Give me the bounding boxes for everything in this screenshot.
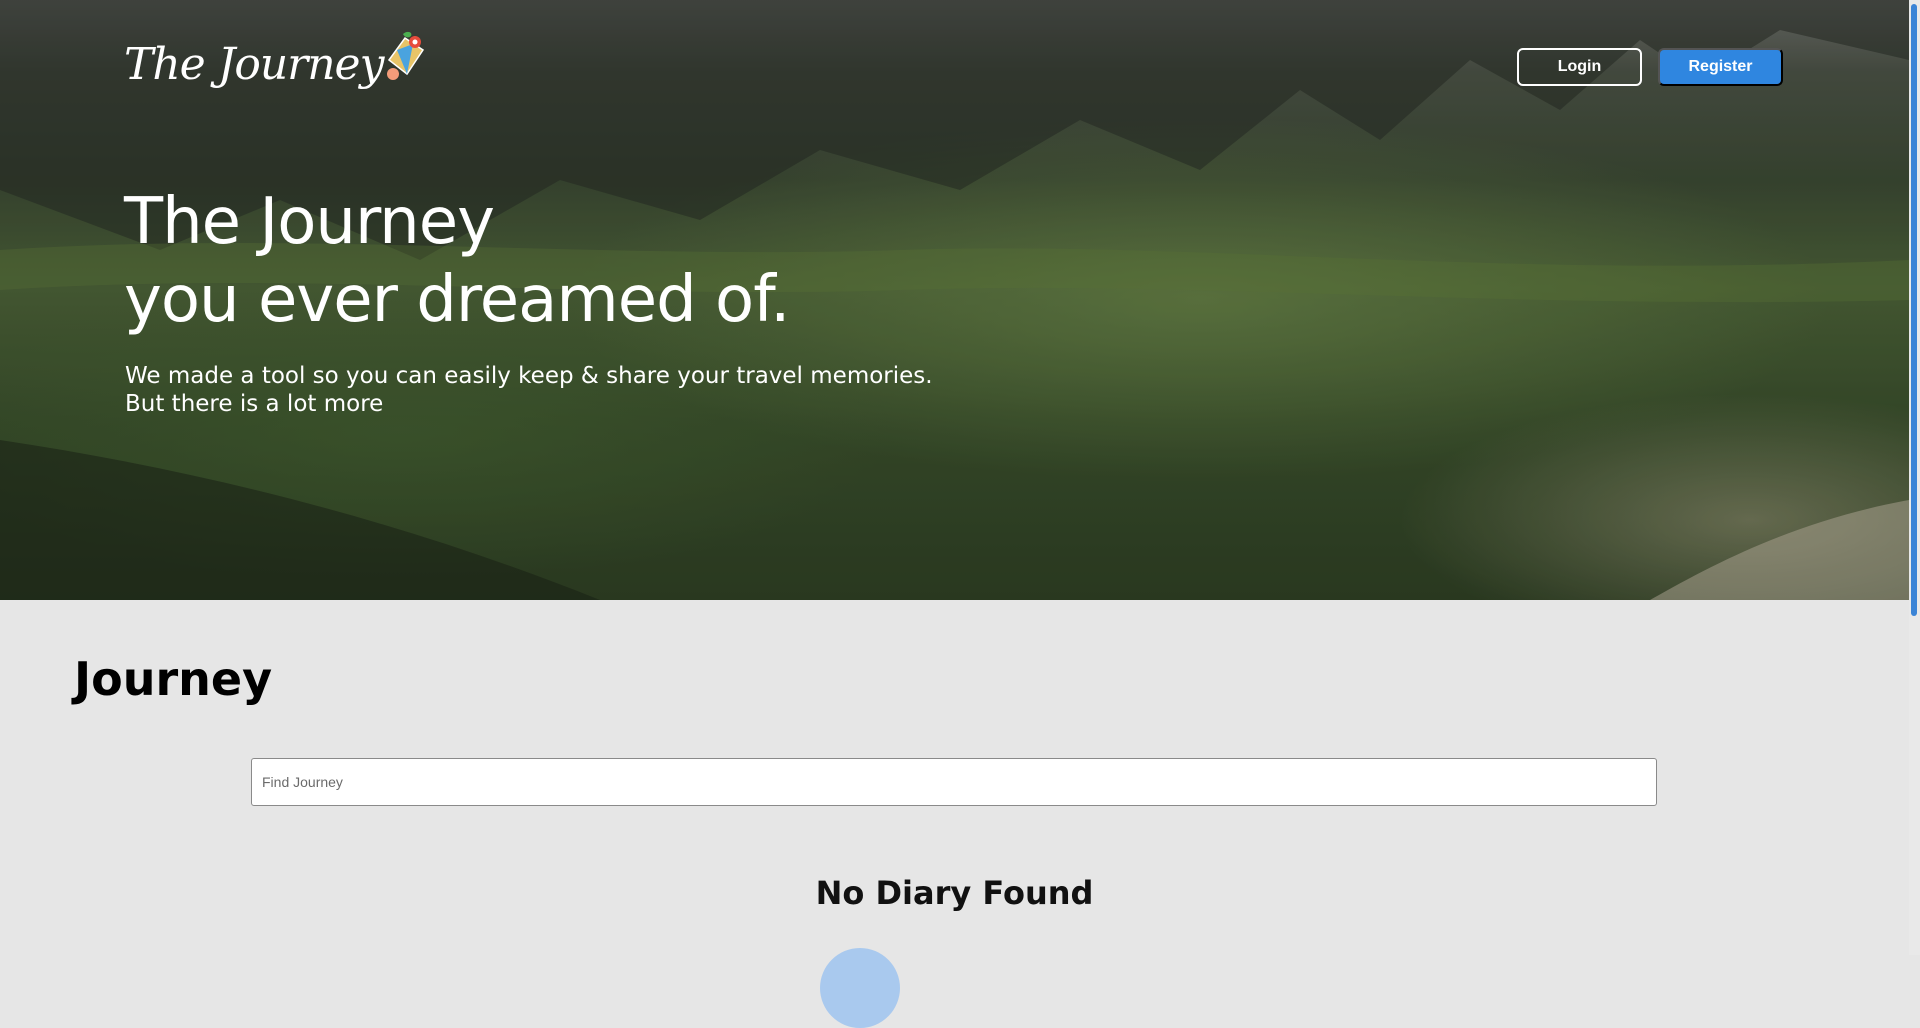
- hero-subtitle-line2: But there is a lot more: [125, 391, 384, 417]
- logo[interactable]: The Journey: [124, 30, 427, 87]
- hero-subtitle: We made a tool so you can easily keep & …: [125, 362, 933, 418]
- hero-title-line1: The Journey: [124, 185, 495, 259]
- scrollbar-thumb[interactable]: [1911, 4, 1917, 616]
- journey-heading: Journey: [74, 652, 273, 706]
- empty-state-message: No Diary Found: [815, 874, 1094, 912]
- find-journey-input[interactable]: [251, 758, 1657, 806]
- hero-title: The Journey you ever dreamed of.: [124, 183, 790, 339]
- login-button[interactable]: Login: [1517, 48, 1642, 86]
- logo-text: The Journey: [124, 39, 384, 90]
- scrollbar[interactable]: [1909, 0, 1920, 955]
- register-button[interactable]: Register: [1658, 48, 1783, 86]
- hero-banner: The Journey Login Register The Journey y…: [0, 0, 1909, 600]
- hero-title-line2: you ever dreamed of.: [124, 263, 790, 337]
- hero-subtitle-line1: We made a tool so you can easily keep & …: [125, 363, 933, 389]
- loading-circle-icon: [820, 948, 900, 1028]
- map-kite-flower-icon: [383, 30, 427, 87]
